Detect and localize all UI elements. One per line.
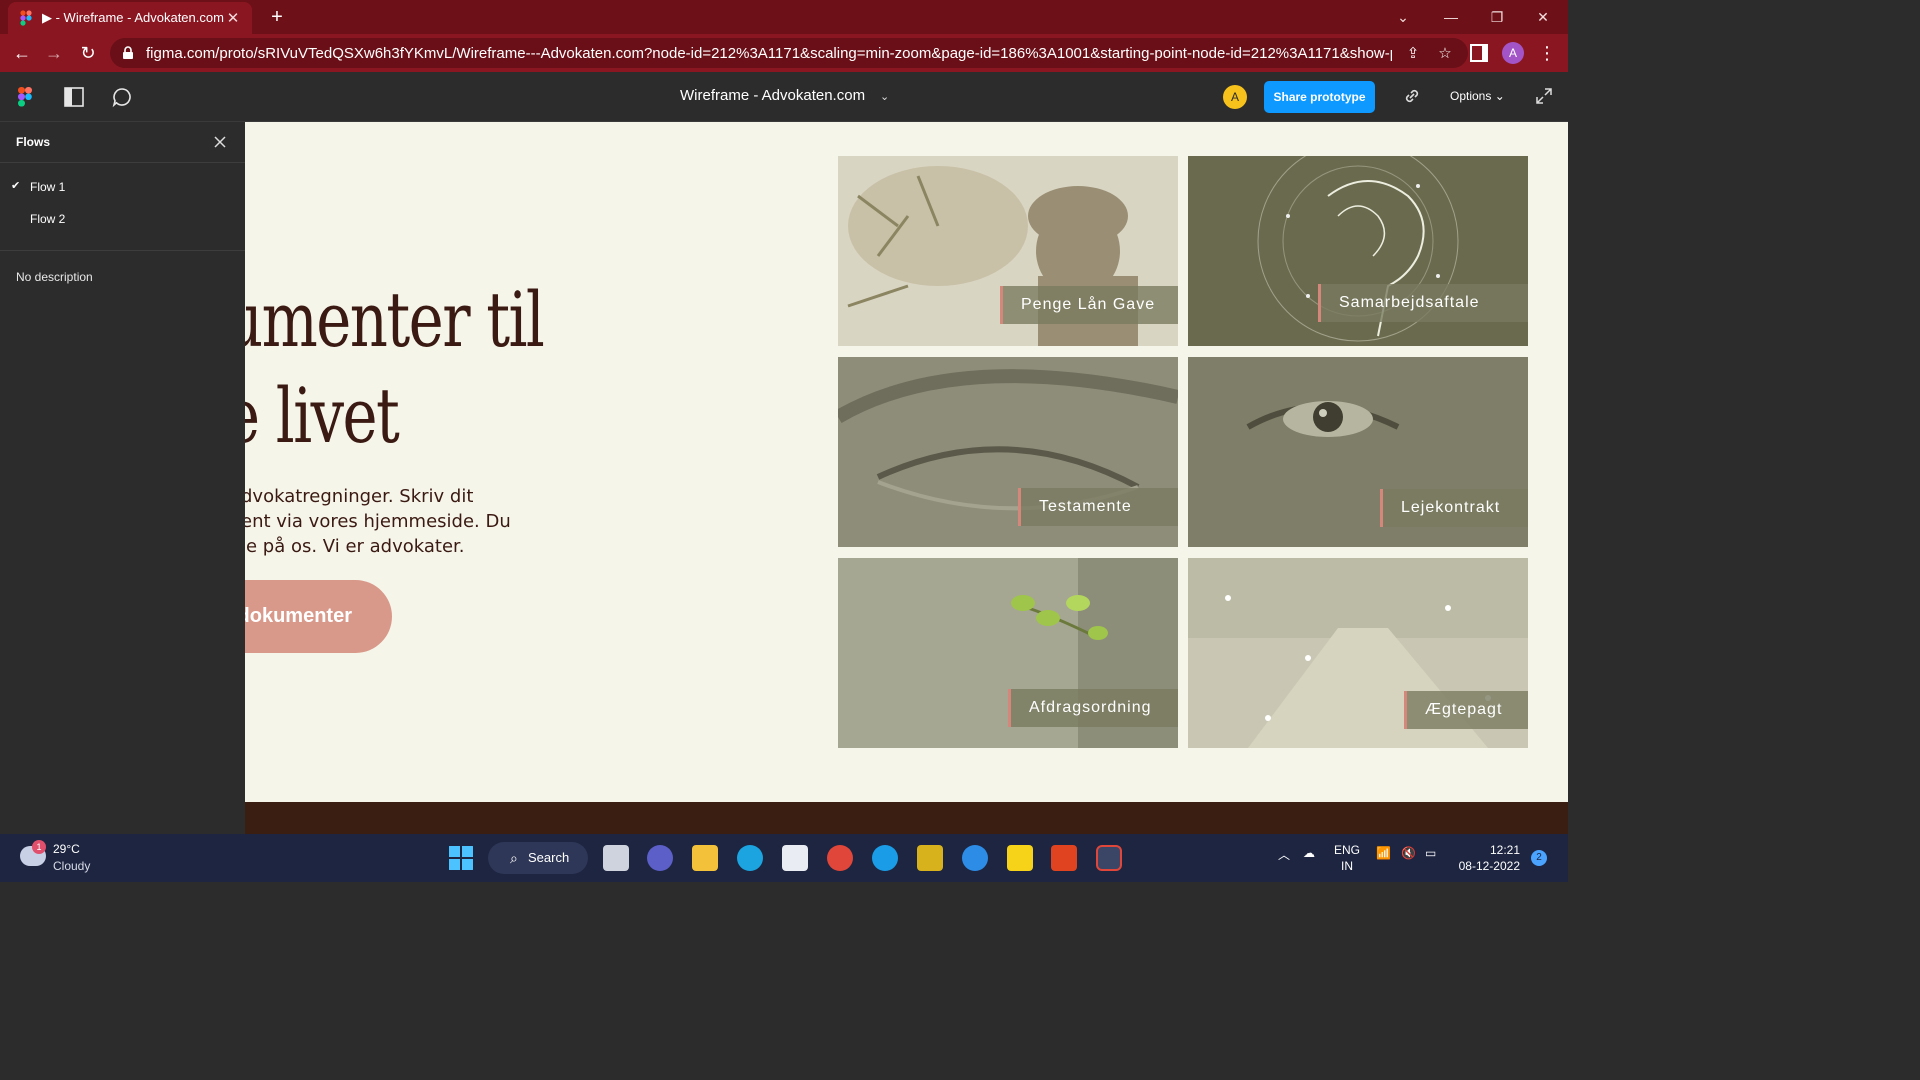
- edge-browser-icon[interactable]: [737, 845, 763, 871]
- clock[interactable]: 12:21 08-12-2022: [1458, 842, 1520, 874]
- clock-date: 08-12-2022: [1458, 859, 1520, 873]
- weather-description[interactable]: Cloudy: [53, 859, 90, 873]
- figma-logo-icon[interactable]: [16, 86, 34, 108]
- close-window-button[interactable]: ✕: [1520, 0, 1566, 34]
- weather-badge: 1: [32, 840, 46, 854]
- windows-start-icon[interactable]: [448, 845, 474, 871]
- options-menu[interactable]: Options ⌄: [1450, 89, 1505, 103]
- skype-icon[interactable]: [872, 845, 898, 871]
- tile-penge-laan-gave[interactable]: Penge Lån Gave: [838, 156, 1178, 346]
- tile-label: Afdragsordning: [1008, 689, 1178, 727]
- check-icon: ✔: [11, 180, 21, 192]
- hero-paragraph-line-3: le på os. Vi er advokater.: [245, 536, 465, 557]
- teams-chat-icon[interactable]: [647, 845, 673, 871]
- weather-temperature[interactable]: 29°C: [53, 842, 80, 856]
- tile-label: Samarbejdsaftale: [1318, 284, 1528, 322]
- prototype-canvas: umenter til e livet dvokatregninger. Skr…: [245, 122, 1568, 834]
- fullscreen-icon[interactable]: [1535, 87, 1553, 105]
- copy-link-icon[interactable]: [1402, 86, 1422, 106]
- taskbar-search[interactable]: ⌕ Search: [488, 842, 588, 874]
- flow-item-2[interactable]: Flow 2: [30, 212, 65, 226]
- windows-taskbar: 1 29°C Cloudy ⌕ Search ︿ ☁ ENG IN 📶 🔇 ▭ …: [0, 834, 1568, 882]
- browser-tab-strip: ▶ - Wireframe - Advokaten.com ✕ + ⌄ — ❐ …: [0, 0, 1568, 34]
- flow-item-1[interactable]: Flow 1: [30, 180, 65, 194]
- sticky-notes-icon[interactable]: [1007, 845, 1033, 871]
- new-tab-button[interactable]: +: [266, 6, 288, 28]
- figma-favicon-icon: [20, 10, 32, 26]
- hero-paragraph-line-2: ent via vores hjemmeside. Du: [245, 511, 511, 532]
- notification-badge[interactable]: 2: [1531, 850, 1547, 866]
- divider: [0, 250, 245, 251]
- volume-muted-icon[interactable]: 🔇: [1401, 846, 1416, 860]
- footer-band: [245, 802, 1568, 834]
- hero-paragraph-line-1: dvokatregninger. Skriv dit: [245, 486, 474, 507]
- hero-heading-line-1: umenter til: [245, 275, 545, 364]
- tile-label: Ægtepagt: [1404, 691, 1528, 729]
- tab-search-icon[interactable]: ⌄: [1380, 0, 1426, 34]
- back-button[interactable]: ←: [10, 42, 34, 64]
- tile-afdragsordning[interactable]: Afdragsordning: [838, 558, 1178, 748]
- forward-button[interactable]: →: [42, 42, 66, 64]
- reload-button[interactable]: ↻: [76, 42, 100, 64]
- profile-avatar[interactable]: A: [1502, 42, 1524, 64]
- tile-label: Lejekontrakt: [1380, 489, 1528, 527]
- task-view-icon[interactable]: [603, 845, 629, 871]
- language-indicator[interactable]: ENG IN: [1334, 842, 1360, 874]
- flows-header: Flows: [0, 122, 245, 163]
- bookmark-star-icon[interactable]: ☆: [1434, 44, 1456, 62]
- project-title[interactable]: Wireframe - Advokaten.com: [680, 87, 865, 104]
- restore-button[interactable]: ❐: [1474, 0, 1520, 34]
- file-explorer-icon[interactable]: [692, 845, 718, 871]
- hero-heading: umenter til e livet: [245, 272, 553, 464]
- hero-paragraph: dvokatregninger. Skriv dit ent via vores…: [245, 484, 511, 559]
- language-region: IN: [1341, 859, 1353, 873]
- microsoft-store-icon[interactable]: [782, 845, 808, 871]
- chevron-down-icon[interactable]: ⌄: [880, 90, 889, 103]
- app-icon[interactable]: [917, 845, 943, 871]
- flows-title: Flows: [16, 135, 51, 149]
- tile-label: Testamente: [1018, 488, 1178, 526]
- flow-description: No description: [16, 270, 93, 284]
- tile-testamente[interactable]: Testamente: [838, 357, 1178, 547]
- battery-icon[interactable]: ▭: [1425, 846, 1436, 860]
- flows-panel: Flows ✔ Flow 1 Flow 2 No description: [0, 122, 245, 834]
- user-avatar[interactable]: A: [1223, 85, 1247, 109]
- share-prototype-button[interactable]: Share prototype: [1264, 81, 1375, 113]
- browser-tab[interactable]: ▶ - Wireframe - Advokaten.com ✕: [8, 2, 252, 34]
- clock-time: 12:21: [1489, 843, 1520, 857]
- side-panel-icon[interactable]: [1470, 44, 1488, 62]
- tile-aegtepagt[interactable]: Ægtepagt: [1188, 558, 1528, 748]
- hero-heading-line-2: e livet: [245, 371, 400, 460]
- close-tab-icon[interactable]: ✕: [224, 9, 242, 27]
- tile-label: Penge Lån Gave: [1000, 286, 1178, 324]
- tab-title: ▶ - Wireframe - Advokaten.com: [42, 10, 224, 25]
- language-code: ENG: [1334, 843, 1361, 857]
- documents-cta-button[interactable]: dokumenter: [245, 580, 392, 653]
- share-page-icon[interactable]: ⇪: [1402, 44, 1424, 62]
- chevron-up-icon[interactable]: ︿: [1278, 846, 1290, 863]
- browser-menu-icon[interactable]: ⋮: [1538, 42, 1556, 64]
- url-text: figma.com/proto/sRIVuVTedQSXw6h3fYKmvL/W…: [146, 44, 1392, 62]
- address-bar[interactable]: figma.com/proto/sRIVuVTedQSXw6h3fYKmvL/W…: [110, 38, 1468, 68]
- search-label: Search: [528, 850, 570, 865]
- toggle-sidebar-icon[interactable]: [63, 86, 85, 108]
- figma-toolbar: Wireframe - Advokaten.com ⌄ A Share prot…: [0, 72, 1568, 122]
- close-icon[interactable]: [212, 134, 228, 150]
- minimize-button[interactable]: —: [1428, 0, 1474, 34]
- wifi-icon[interactable]: 📶: [1376, 846, 1391, 860]
- teamviewer-icon[interactable]: [962, 845, 988, 871]
- onedrive-icon[interactable]: ☁: [1303, 846, 1315, 860]
- tile-lejekontrakt[interactable]: Lejekontrakt: [1188, 357, 1528, 547]
- tile-samarbejdsaftale[interactable]: Samarbejdsaftale: [1188, 156, 1528, 346]
- comment-icon[interactable]: [111, 86, 133, 108]
- browser-toolbar: ← → ↻ figma.com/proto/sRIVuVTedQSXw6h3fY…: [0, 34, 1568, 72]
- lock-icon: [123, 46, 133, 59]
- chrome-active-icon[interactable]: [1096, 845, 1122, 871]
- search-icon: ⌕: [510, 850, 518, 866]
- office-icon[interactable]: [1051, 845, 1077, 871]
- chrome-icon[interactable]: [827, 845, 853, 871]
